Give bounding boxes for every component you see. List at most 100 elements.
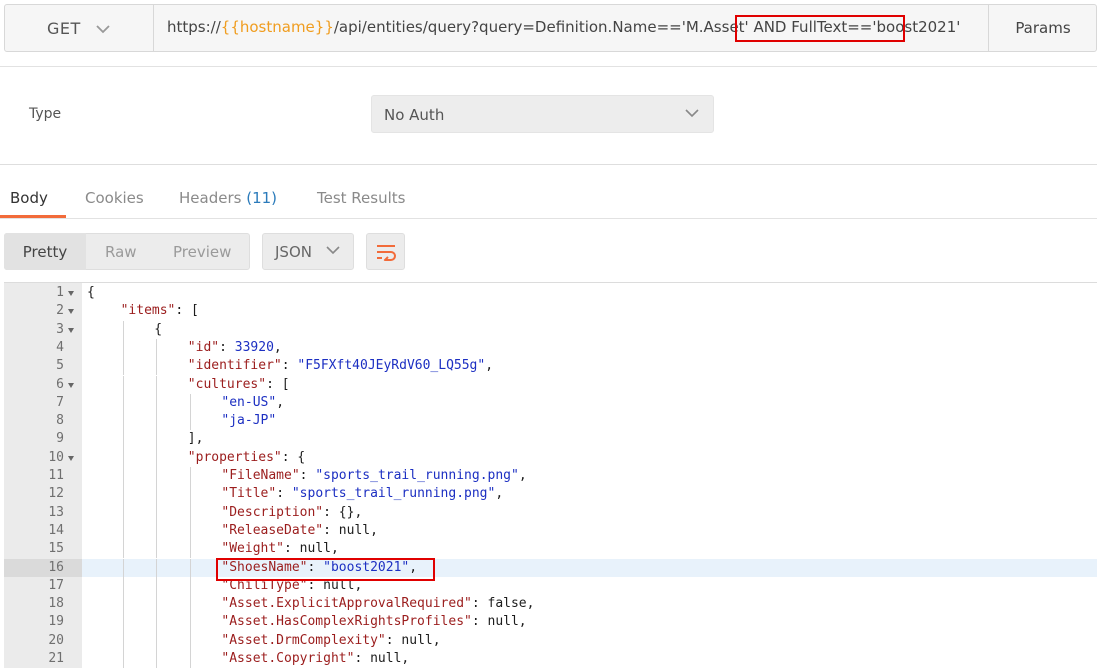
code-text: "identifier": "F5FXft40JEyRdV60_LQ55g", [188, 357, 493, 375]
tab-body[interactable]: Body [10, 189, 48, 207]
json-punct: { [87, 285, 95, 300]
indent-guide [189, 412, 191, 431]
wrap-lines-button[interactable] [366, 233, 405, 270]
tab-test-results[interactable]: Test Results [317, 189, 405, 207]
indent-guide [189, 503, 191, 522]
fold-arrow-icon[interactable] [68, 291, 74, 296]
code-text: "en-US", [221, 394, 284, 412]
json-key: "Title" [221, 486, 277, 502]
code-text: "ja-JP" [221, 412, 276, 430]
indent-guide [156, 503, 158, 522]
auth-type-value: No Auth [384, 106, 445, 124]
json-key: "items" [120, 303, 176, 319]
code-line: 12 "Title": "sports_trail_running.png", [0, 485, 1097, 504]
code-line: 8 "ja-JP" [0, 412, 1097, 431]
json-punct: : {}, [323, 504, 363, 520]
indent-guide [156, 595, 158, 614]
indent-guide [156, 375, 158, 394]
json-key: "ReleaseDate" [221, 522, 324, 538]
indent-guide [156, 430, 158, 449]
indent-guide [122, 503, 124, 522]
indent-guide [189, 595, 191, 614]
json-punct: : null, [471, 614, 527, 630]
chevron-down-icon [326, 246, 340, 255]
indent-guide [122, 320, 124, 339]
line-number: 7 [56, 394, 64, 410]
indent-guide [122, 467, 124, 486]
fold-arrow-icon[interactable] [68, 455, 74, 461]
json-key: "Description" [221, 504, 324, 520]
json-punct: : null, [323, 522, 378, 538]
code-text: "Asset.ExplicitApprovalRequired": false, [221, 595, 534, 613]
tab-cookies[interactable]: Cookies [85, 189, 144, 207]
line-number: 9 [56, 431, 64, 447]
fold-arrow-icon[interactable] [68, 309, 74, 315]
params-button[interactable]: Params [988, 4, 1097, 52]
indent-guide [156, 338, 158, 358]
code-text: "cultures": [ [188, 376, 290, 394]
json-string: "ja-JP" [221, 413, 277, 429]
fold-arrow-icon[interactable] [68, 327, 74, 333]
code-text: "Weight": null, [221, 540, 338, 558]
code-text: "FileName": "sports_trail_running.png", [221, 467, 526, 485]
tab-headers[interactable]: Headers (11) [179, 189, 277, 207]
indent-guide [122, 558, 124, 577]
json-punct: : [ [175, 303, 199, 319]
line-number: 12 [48, 486, 64, 502]
preview-button[interactable]: Preview [173, 243, 231, 261]
format-value: JSON [275, 243, 312, 261]
line-number: 2 [56, 303, 64, 319]
indent-guide [189, 521, 191, 541]
line-number: 10 [48, 449, 64, 465]
code-line: 15 "Weight": null, [0, 540, 1097, 559]
method-select[interactable]: GET [4, 4, 154, 52]
line-number: 14 [48, 522, 64, 538]
indent-guide [156, 485, 158, 504]
raw-button[interactable]: Raw [105, 243, 137, 261]
indent-guide [122, 357, 124, 376]
divider [0, 66, 1097, 67]
indent-guide [122, 338, 124, 358]
line-number: 16 [48, 559, 64, 575]
url-prefix: https:// [167, 18, 221, 36]
shoesname-highlight-box [216, 558, 435, 581]
line-number: 17 [48, 577, 64, 593]
indent-guide [122, 613, 124, 632]
code-text: "items": [ [121, 302, 199, 320]
json-string: "F5FXft40JEyRdV60_LQ55g" [297, 358, 486, 374]
line-number: 3 [56, 321, 64, 337]
code-line: 20 "Asset.DrmComplexity": null, [0, 631, 1097, 650]
code-text: "properties": { [188, 449, 305, 467]
code-text: "id": 33920, [188, 339, 282, 357]
code-line: 13 "Description": {}, [0, 503, 1097, 522]
json-punct: ], [187, 431, 204, 447]
indent-guide [156, 650, 158, 668]
code-line: 1{ [0, 284, 1097, 302]
indent-guide [122, 448, 124, 467]
indent-guide [189, 650, 191, 668]
indent-guide [122, 430, 124, 449]
json-punct: : [ [266, 376, 290, 392]
line-number: 5 [56, 358, 64, 374]
divider [0, 218, 1097, 219]
line-number: 6 [56, 376, 64, 392]
json-string: "en-US" [221, 394, 277, 410]
code-line: 17 "ChiliType": null, [0, 576, 1097, 596]
chevron-down-icon [685, 109, 699, 118]
json-string: "sports_trail_running.png" [315, 468, 519, 483]
json-key: "properties" [187, 449, 282, 465]
divider [0, 164, 1097, 165]
indent-guide [189, 393, 191, 413]
code-text: "Asset.DrmComplexity": null, [221, 632, 440, 650]
code-line: 11 "FileName": "sports_trail_running.png"… [0, 467, 1097, 486]
json-key: "Asset.DrmComplexity" [221, 632, 386, 648]
pretty-button[interactable]: Pretty [4, 233, 86, 270]
line-number: 15 [48, 541, 64, 557]
headers-count-badge: (11) [246, 189, 278, 207]
fold-arrow-icon[interactable] [68, 382, 74, 388]
json-punct: : null, [385, 632, 441, 648]
json-punct: : [276, 486, 292, 502]
url-variable: {{hostname}} [220, 18, 334, 36]
json-punct: : [219, 339, 235, 355]
json-punct: , [495, 486, 504, 502]
